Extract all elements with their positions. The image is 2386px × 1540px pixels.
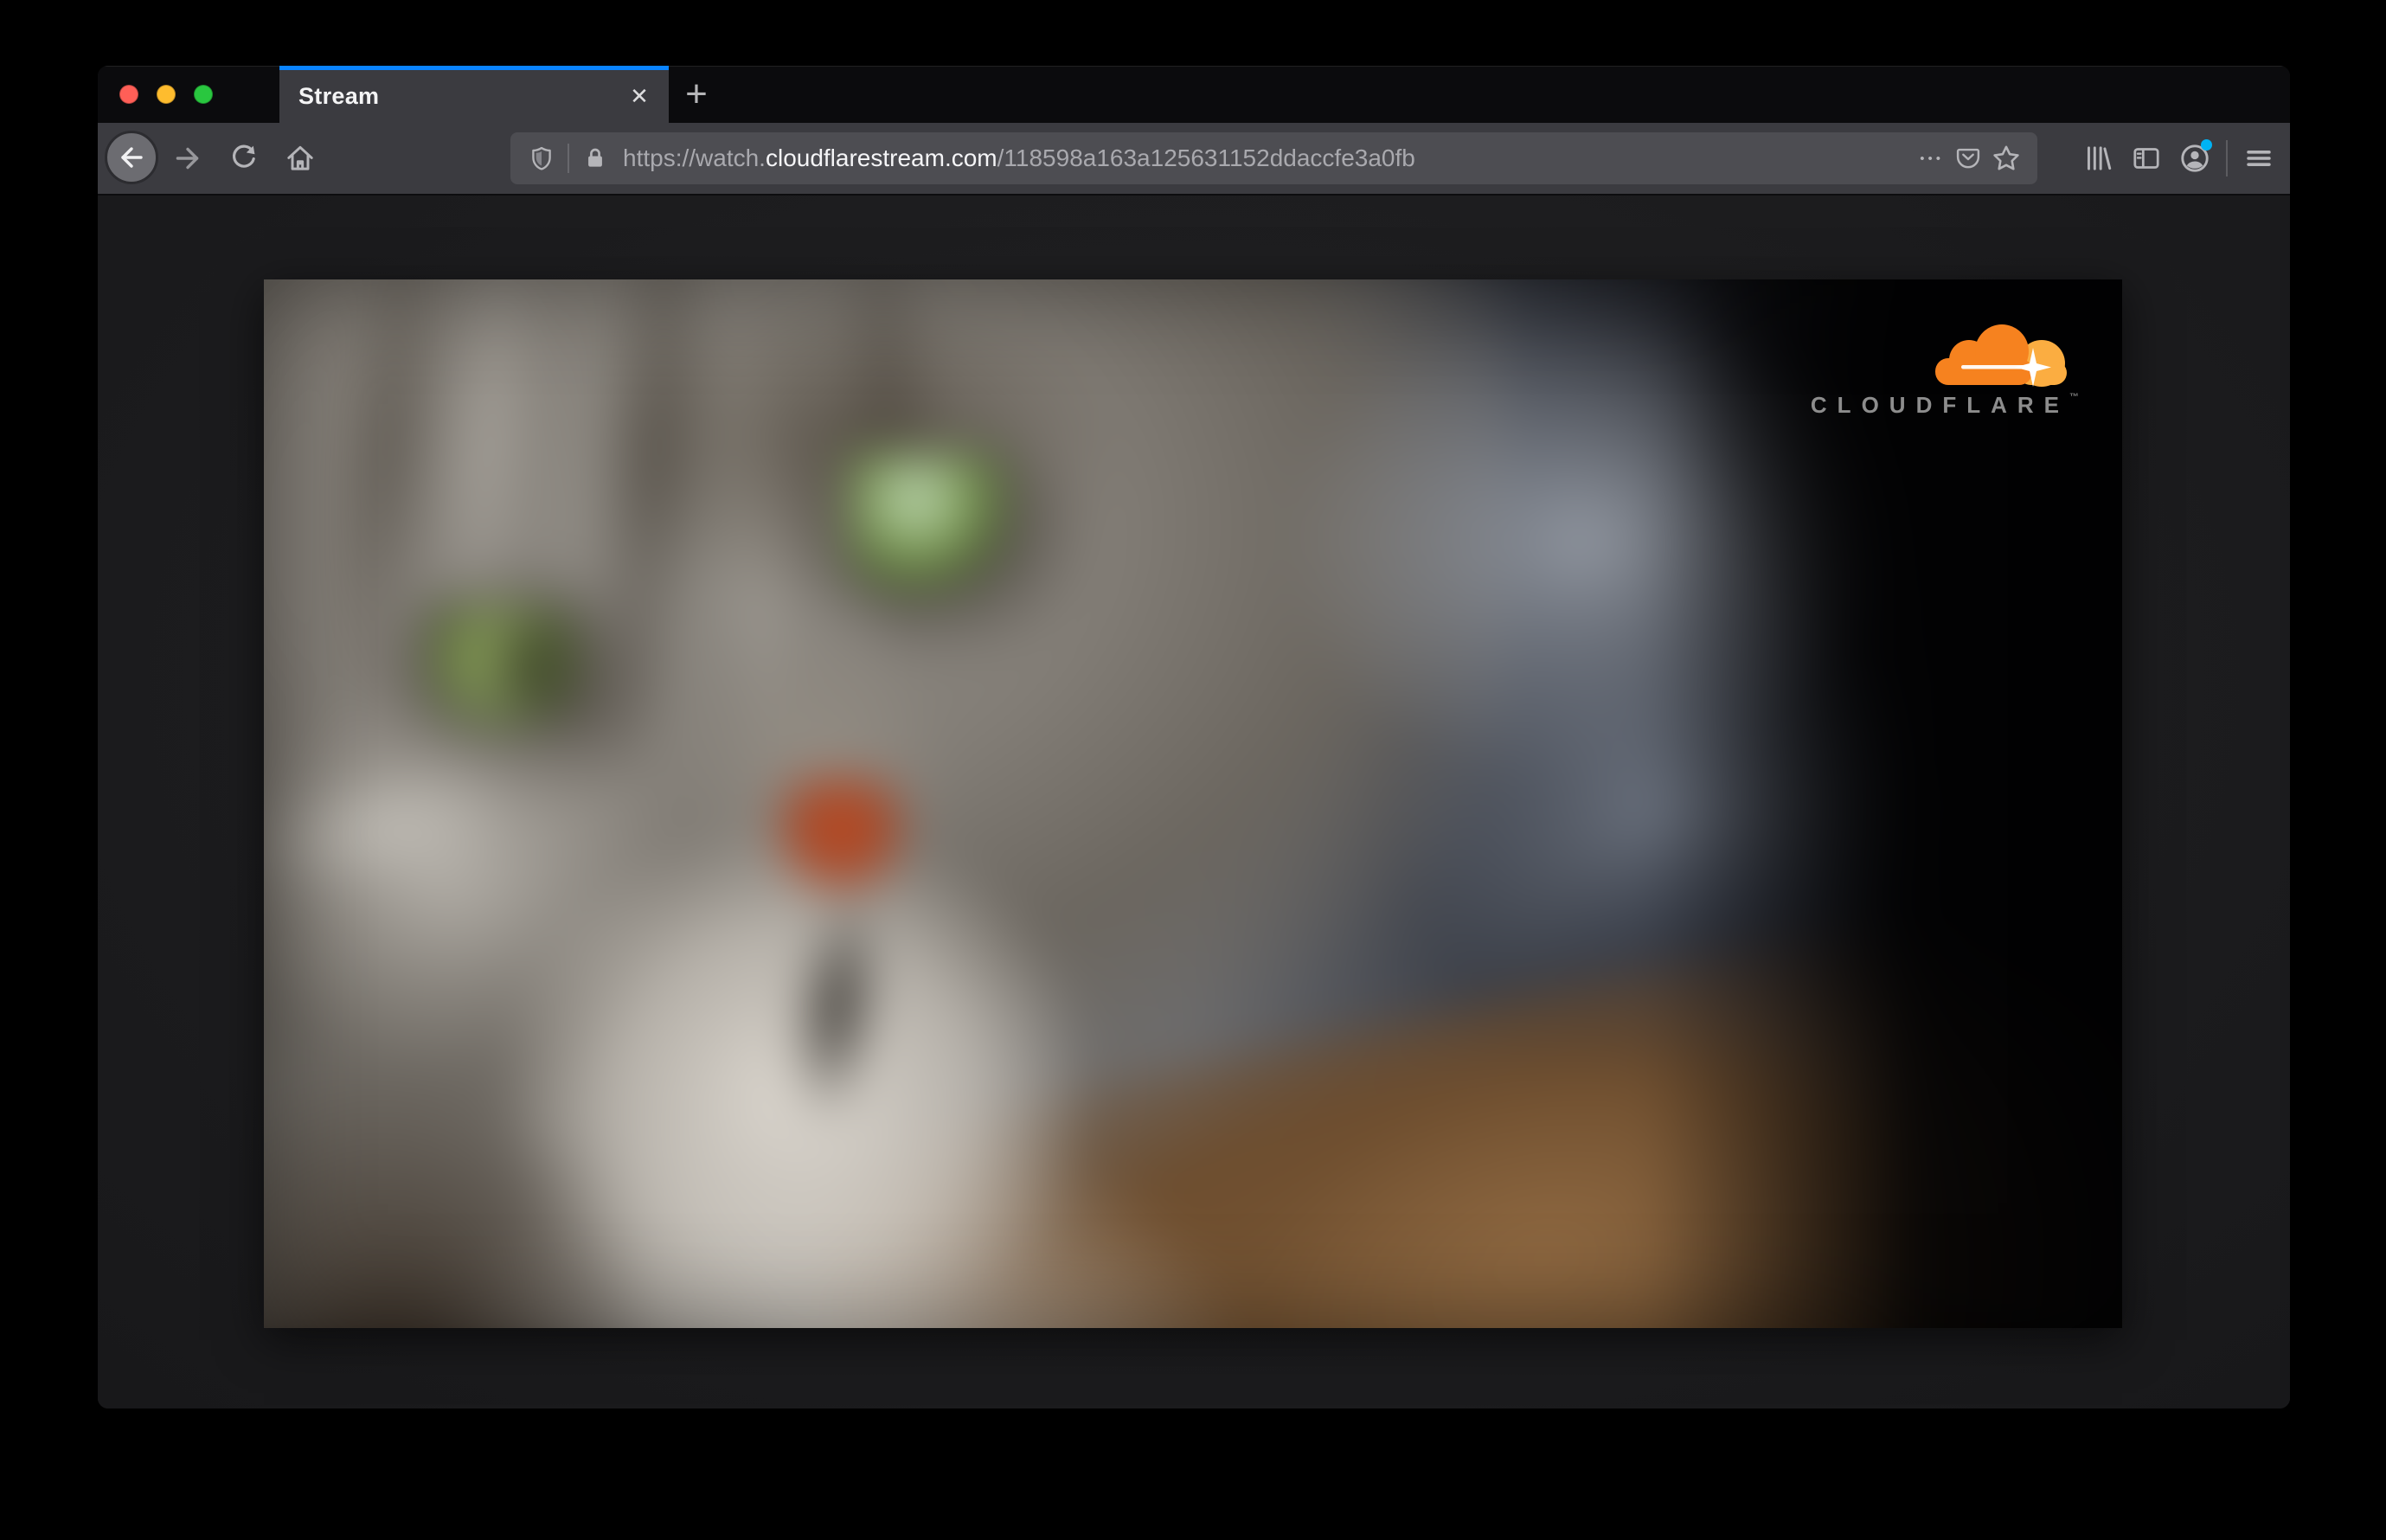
url-scheme: https://watch. [623,144,766,171]
tab-close-icon[interactable]: ✕ [622,80,657,114]
lock-icon[interactable] [576,139,614,177]
url-domain: cloudflarestream.com [765,144,997,171]
toolbar-separator [2226,140,2228,176]
toolbar-right-buttons [2074,132,2283,184]
bookmark-star-icon[interactable] [1987,139,2025,177]
forward-button[interactable] [169,139,207,177]
reload-button[interactable] [224,139,262,177]
sidebar-icon [2130,142,2163,175]
cloudflare-cloud-icon [1935,324,2067,387]
back-icon [116,142,147,173]
browser-window: Stream ✕ + https://watch.cloudflarestrea… [98,66,2290,1408]
trademark-glyph: ™ [2069,392,2079,402]
account-button[interactable] [2171,134,2219,183]
hamburger-menu-icon [2242,142,2275,175]
window-controls [119,85,213,104]
library-icon [2081,142,2114,175]
forward-icon [171,142,204,175]
desktop-background: Stream ✕ + https://watch.cloudflarestrea… [0,0,2386,1540]
cat-right-eye [850,454,1006,593]
minimize-window-button[interactable] [157,85,176,104]
back-button[interactable] [105,131,158,184]
home-button[interactable] [281,139,319,177]
cat-nose [776,780,906,900]
navigation-toolbar: https://watch.cloudflarestream.com/11859… [98,123,2290,196]
tab-stream[interactable]: Stream ✕ [279,66,669,123]
page-content: CLOUDFLARE™ [98,196,2290,1408]
close-window-button[interactable] [119,85,138,104]
tab-bar: Stream ✕ + [98,66,2290,123]
url-bar[interactable]: https://watch.cloudflarestream.com/11859… [510,132,2037,184]
video-player[interactable]: CLOUDFLARE™ [264,279,2122,1328]
cloudflare-watermark: CLOUDFLARE™ [1788,319,2079,440]
urlbar-divider [568,144,569,173]
tracking-shield-icon[interactable] [523,139,561,177]
zoom-window-button[interactable] [194,85,213,104]
reload-icon [228,143,259,174]
url-path: /118598a163a125631152ddaccfe3a0fb [997,144,1415,171]
tab-title: Stream [298,83,380,109]
account-notification-badge [2201,139,2212,151]
url-text: https://watch.cloudflarestream.com/11859… [623,144,1920,172]
menu-button[interactable] [2235,134,2283,183]
home-icon [284,142,317,175]
pocket-icon[interactable] [1949,139,1987,177]
library-button[interactable] [2074,134,2122,183]
page-actions-icon[interactable]: ••• [1920,151,1944,166]
new-tab-button[interactable]: + [676,72,717,117]
paint-blob [264,1073,649,1328]
sidebar-button[interactable] [2122,134,2171,183]
cloudflare-wordmark: CLOUDFLARE™ [1810,392,2079,418]
